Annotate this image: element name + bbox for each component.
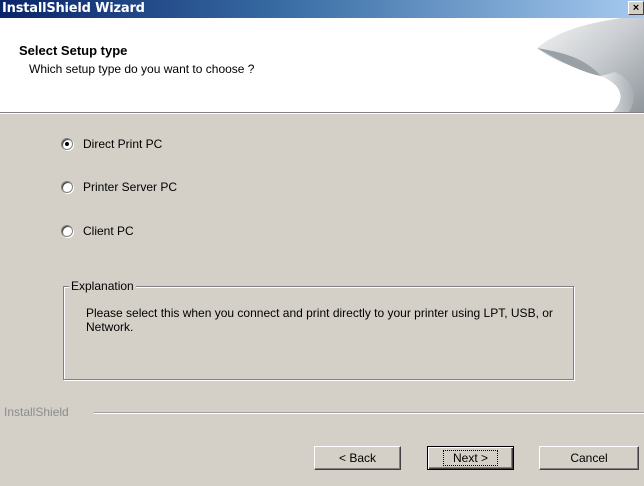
header-divider-highlight <box>0 113 644 114</box>
option-client-pc[interactable]: Client PC <box>61 224 134 238</box>
page-title: Select Setup type <box>19 43 128 58</box>
radio-printer-server-pc[interactable] <box>61 181 73 193</box>
cancel-button[interactable]: Cancel <box>539 446 639 470</box>
explanation-groupbox: Explanation Please select this when you … <box>63 279 574 380</box>
option-direct-print-pc[interactable]: Direct Print PC <box>61 137 162 151</box>
title-bar: InstallShield Wizard × <box>0 0 644 18</box>
installshield-brand-label: InstallShield <box>4 405 73 419</box>
footer-divider-highlight <box>94 413 644 414</box>
back-button[interactable]: < Back <box>314 446 401 470</box>
window-title: InstallShield Wizard <box>2 1 145 16</box>
page-subtitle: Which setup type do you want to choose ? <box>29 62 255 76</box>
close-button[interactable]: × <box>628 1 644 15</box>
option-label[interactable]: Client PC <box>83 224 134 238</box>
explanation-legend: Explanation <box>69 279 136 293</box>
option-printer-server-pc[interactable]: Printer Server PC <box>61 180 177 194</box>
radio-client-pc[interactable] <box>61 225 73 237</box>
next-button-label: Next > <box>442 450 498 466</box>
explanation-text: Please select this when you connect and … <box>86 306 553 334</box>
radio-direct-print-pc[interactable] <box>61 138 73 150</box>
next-button[interactable]: Next > <box>427 446 514 470</box>
option-label[interactable]: Direct Print PC <box>83 137 162 151</box>
option-label[interactable]: Printer Server PC <box>83 180 177 194</box>
installshield-graphic-icon <box>537 18 644 112</box>
wizard-header: Select Setup type Which setup type do yo… <box>0 18 644 112</box>
close-icon: × <box>632 2 640 14</box>
